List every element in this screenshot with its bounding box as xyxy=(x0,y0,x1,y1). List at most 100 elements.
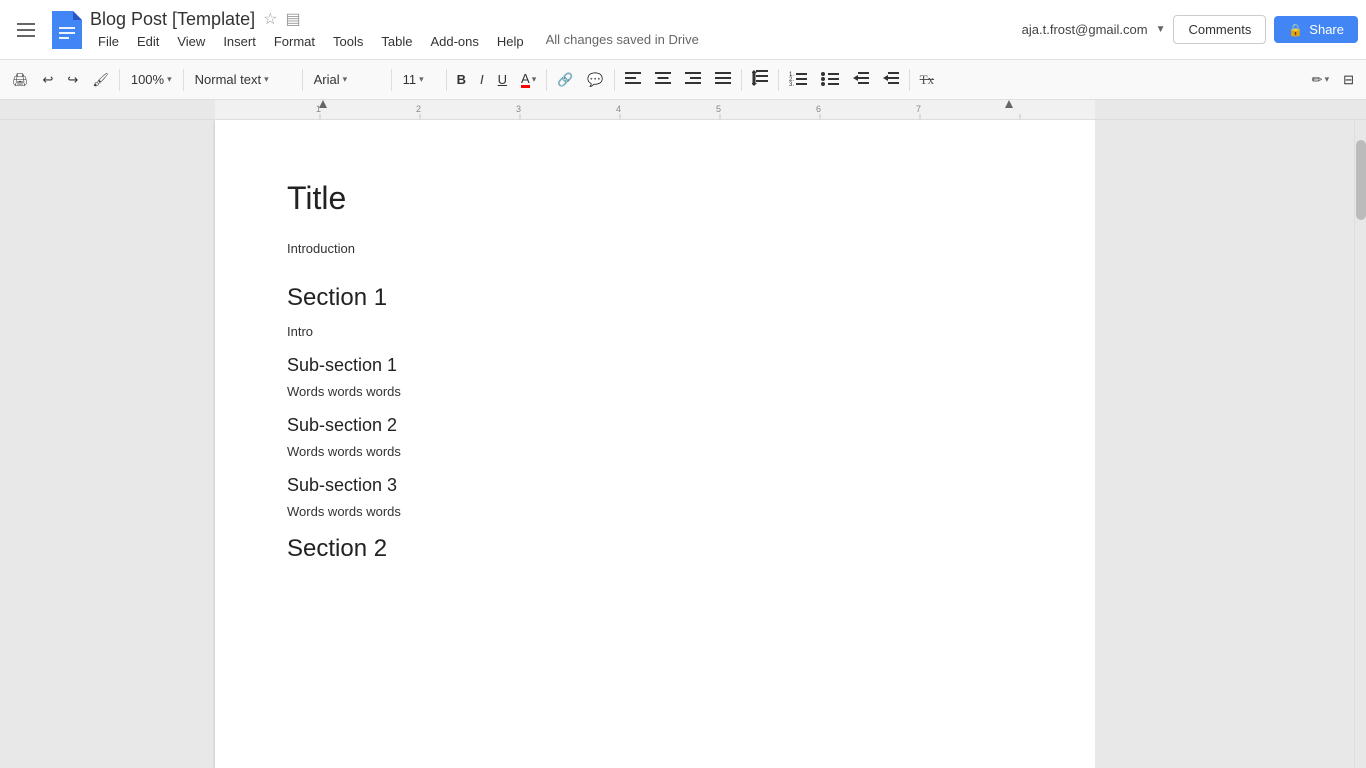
text-color-button[interactable]: A ▾ xyxy=(515,68,542,92)
user-dropdown-icon[interactable]: ▼ xyxy=(1156,24,1166,35)
menu-addons[interactable]: Add-ons xyxy=(422,32,486,51)
zoom-dropdown[interactable]: 100% ▾ xyxy=(124,68,179,91)
folder-icon[interactable]: ▤ xyxy=(285,9,300,29)
separator-8 xyxy=(741,69,742,91)
print-button[interactable]: 🖨 xyxy=(6,68,35,92)
top-right: aja.t.frost@gmail.com ▼ Comments 🔒 Share xyxy=(1022,15,1358,44)
bullet-list-icon xyxy=(821,70,839,89)
scrollbar-thumb[interactable] xyxy=(1356,140,1366,220)
subsection2-body: Words words words xyxy=(287,444,1023,459)
menu-help[interactable]: Help xyxy=(489,32,532,51)
doc-title-row: Blog Post [Template] ☆ ▤ xyxy=(90,9,1022,30)
separator-3 xyxy=(302,69,303,91)
user-email[interactable]: aja.t.frost@gmail.com xyxy=(1022,22,1148,37)
right-margin xyxy=(1095,120,1354,768)
bold-button[interactable]: B xyxy=(451,68,472,91)
insert-link-button[interactable]: 🔗 xyxy=(551,68,579,92)
share-button[interactable]: 🔒 Share xyxy=(1274,16,1358,43)
redo-button[interactable]: ↪ xyxy=(61,68,84,92)
section1-heading: Section 1 xyxy=(287,284,1023,312)
top-bar: Blog Post [Template] ☆ ▤ File Edit View … xyxy=(0,0,1366,60)
font-dropdown[interactable]: Arial ▾ xyxy=(307,68,387,91)
comments-button[interactable]: Comments xyxy=(1173,15,1266,44)
align-left-icon xyxy=(625,71,641,88)
fontsize-caret: ▾ xyxy=(419,74,424,85)
menu-file[interactable]: File xyxy=(90,32,127,51)
comment-icon: 💬 xyxy=(587,72,603,88)
share-label: Share xyxy=(1309,22,1344,37)
menu-insert[interactable]: Insert xyxy=(215,32,264,51)
bold-icon: B xyxy=(457,72,466,87)
paint-format-button[interactable]: 🖌 xyxy=(86,68,115,92)
star-icon[interactable]: ☆ xyxy=(263,9,277,29)
section1-intro: Intro xyxy=(287,324,1023,339)
align-justify-button[interactable] xyxy=(709,67,737,92)
decrease-indent-icon xyxy=(853,71,869,88)
align-right-icon xyxy=(685,71,701,88)
menu-bar: File Edit View Insert Format Tools Table… xyxy=(90,32,1022,51)
separator-1 xyxy=(119,69,120,91)
toolbar: 🖨 ↩ ↪ 🖌 100% ▾ Normal text ▾ Arial ▾ 11 … xyxy=(0,60,1366,100)
style-dropdown[interactable]: Normal text ▾ xyxy=(188,68,298,91)
clear-format-icon: Tx xyxy=(920,72,934,88)
title-area: Blog Post [Template] ☆ ▤ File Edit View … xyxy=(90,9,1022,51)
svg-text:5: 5 xyxy=(716,104,721,114)
line-spacing-button[interactable] xyxy=(746,66,774,93)
collapse-toolbar-button[interactable]: ⊟ xyxy=(1337,68,1360,92)
color-caret: ▾ xyxy=(532,74,537,85)
style-value: Normal text xyxy=(195,72,261,87)
svg-text:6: 6 xyxy=(816,104,821,114)
ruler-svg: 1 2 3 4 5 6 7 xyxy=(0,100,1366,120)
underline-icon: U xyxy=(498,72,507,87)
print-icon: 🖨 xyxy=(12,72,29,88)
doc-title[interactable]: Blog Post [Template] xyxy=(90,9,255,30)
undo-button[interactable]: ↩ xyxy=(37,68,60,92)
align-right-button[interactable] xyxy=(679,67,707,92)
bullet-list-button[interactable] xyxy=(815,66,845,93)
fontsize-dropdown[interactable]: 11 ▾ xyxy=(396,68,442,91)
text-color-icon: A xyxy=(521,72,530,88)
numbered-list-icon: 1.2.3. xyxy=(789,70,807,89)
document-title: Title xyxy=(287,180,1023,217)
paint-format-icon: 🖌 xyxy=(92,72,109,88)
decrease-indent-button[interactable] xyxy=(847,67,875,92)
svg-text:7: 7 xyxy=(916,104,921,114)
zoom-value: 100% xyxy=(131,72,164,87)
numbered-list-button[interactable]: 1.2.3. xyxy=(783,66,813,93)
menu-format[interactable]: Format xyxy=(266,32,323,51)
subsection3-body: Words words words xyxy=(287,504,1023,519)
redo-icon: ↪ xyxy=(67,72,78,88)
fontsize-value: 11 xyxy=(403,72,417,87)
align-center-button[interactable] xyxy=(649,67,677,92)
pen-color-button[interactable]: ✏ ▾ xyxy=(1306,68,1335,92)
svg-text:3.: 3. xyxy=(789,82,794,86)
italic-button[interactable]: I xyxy=(474,68,490,91)
menu-table[interactable]: Table xyxy=(373,32,420,51)
link-icon: 🔗 xyxy=(557,72,573,88)
separator-9 xyxy=(778,69,779,91)
menu-tools[interactable]: Tools xyxy=(325,32,371,51)
separator-6 xyxy=(546,69,547,91)
subsection1-body: Words words words xyxy=(287,384,1023,399)
align-justify-icon xyxy=(715,71,731,88)
document-page[interactable]: Title Introduction Section 1 Intro Sub-s… xyxy=(215,120,1095,768)
zoom-caret: ▾ xyxy=(167,74,172,85)
svg-text:4: 4 xyxy=(616,104,621,114)
docs-icon xyxy=(52,11,82,49)
font-caret: ▾ xyxy=(343,74,348,85)
menu-edit[interactable]: Edit xyxy=(129,32,167,51)
scrollbar[interactable] xyxy=(1354,120,1366,768)
ruler: 1 2 3 4 5 6 7 xyxy=(0,100,1366,120)
underline-button[interactable]: U xyxy=(492,68,513,91)
section2-heading: Section 2 xyxy=(287,535,1023,563)
subsection1-heading: Sub-section 1 xyxy=(287,355,1023,376)
clear-format-button[interactable]: Tx xyxy=(914,68,940,92)
increase-indent-button[interactable] xyxy=(877,67,905,92)
hamburger-icon[interactable] xyxy=(8,12,44,48)
pen-icon: ✏ xyxy=(1312,72,1323,88)
menu-view[interactable]: View xyxy=(169,32,213,51)
align-center-icon xyxy=(655,71,671,88)
subsection2-heading: Sub-section 2 xyxy=(287,415,1023,436)
align-left-button[interactable] xyxy=(619,67,647,92)
insert-comment-button[interactable]: 💬 xyxy=(581,68,609,92)
